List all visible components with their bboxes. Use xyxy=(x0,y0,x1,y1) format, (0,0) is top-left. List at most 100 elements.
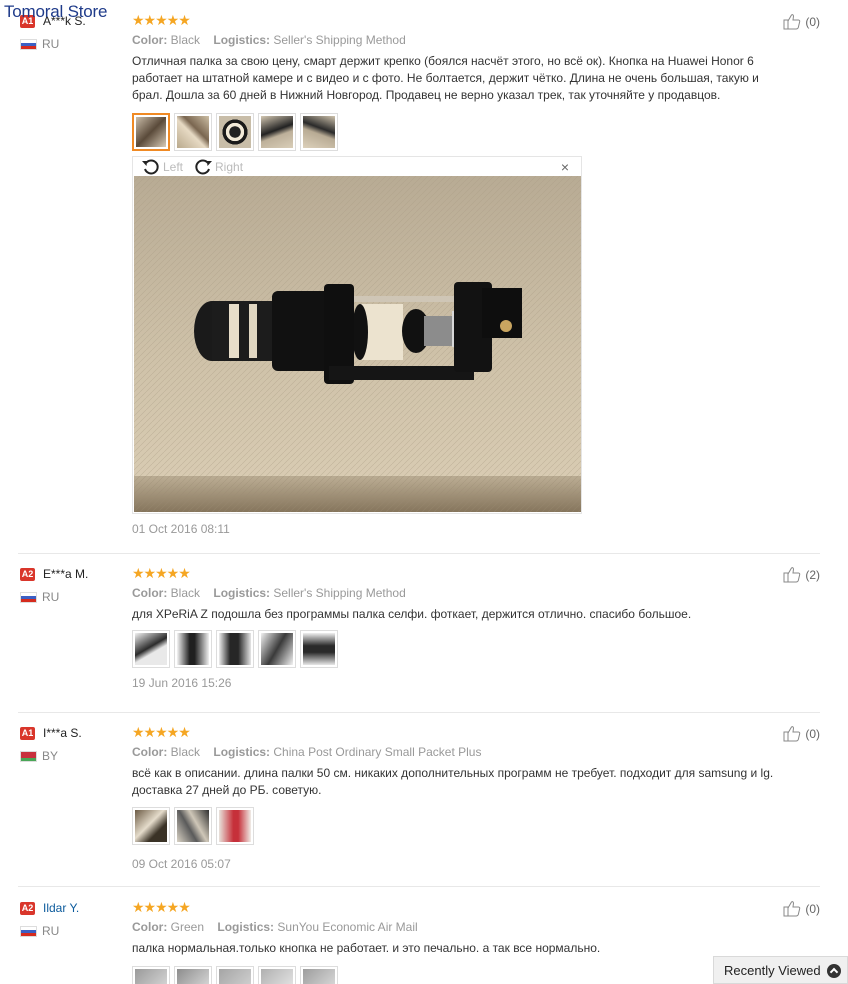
order-info: Color: Black Logistics: Seller's Shippin… xyxy=(132,586,792,602)
color-label: Color: xyxy=(132,586,168,600)
reviewer-name: I***a S. xyxy=(43,726,82,740)
logistics-label: Logistics: xyxy=(213,33,271,47)
logistics-value: China Post Ordinary Small Packet Plus xyxy=(273,745,482,759)
helpful-button[interactable]: (2) xyxy=(783,566,820,583)
rotate-left-label: Left xyxy=(163,160,184,174)
review-divider xyxy=(18,712,820,713)
logistics-value: Seller's Shipping Method xyxy=(273,586,406,600)
thumbs-up-icon xyxy=(783,567,801,583)
helpful-count: (0) xyxy=(805,14,820,29)
review-photo-thumb[interactable] xyxy=(174,630,212,668)
photo-viewer: Left Right × xyxy=(132,156,582,514)
review-photo-thumb[interactable] xyxy=(132,630,170,668)
helpful-count: (0) xyxy=(805,726,820,741)
review-photo-thumb[interactable] xyxy=(216,630,254,668)
flag-icon xyxy=(20,750,37,762)
flag-icon xyxy=(20,38,37,50)
thumbs-up-icon xyxy=(783,14,801,30)
review-content: ★★★★★ Color: Black Logistics: China Post… xyxy=(132,725,792,871)
star-rating: ★★★★★ xyxy=(132,12,191,28)
review-photo-thumb[interactable] xyxy=(174,807,212,845)
logistics-label: Logistics: xyxy=(213,586,271,600)
review-photos xyxy=(132,113,792,151)
review-date: 19 Jun 2016 15:26 xyxy=(132,676,232,690)
reviewer-info: A2 E***a M. RU xyxy=(20,566,130,604)
review-photo-thumb[interactable] xyxy=(174,113,212,151)
color-label: Color: xyxy=(132,920,168,934)
recently-viewed-label: Recently Viewed xyxy=(724,962,821,978)
order-info: Color: Green Logistics: SunYou Economic … xyxy=(132,920,792,936)
recently-viewed-button[interactable]: Recently Viewed xyxy=(713,956,848,984)
rotate-right-button[interactable]: Right xyxy=(193,158,243,176)
review-photo-thumb[interactable] xyxy=(132,113,170,151)
review-text: палка нормальная.только кнопка не работа… xyxy=(132,941,601,955)
reviewer-country: RU xyxy=(42,37,60,51)
helpful-count: (2) xyxy=(805,567,820,582)
thumbs-up-icon xyxy=(783,726,801,742)
review-divider xyxy=(18,886,820,887)
store-watermark: Tomoral Store xyxy=(4,2,108,21)
review-photo-thumb[interactable] xyxy=(216,966,254,984)
color-value: Black xyxy=(170,745,201,759)
star-rating: ★★★★★ xyxy=(132,900,191,915)
review-photos xyxy=(132,966,792,984)
reviewer-country: RU xyxy=(42,924,60,938)
helpful-button[interactable]: (0) xyxy=(783,725,820,742)
rotate-left-button[interactable]: Left xyxy=(141,158,183,176)
color-value: Black xyxy=(170,33,201,47)
logistics-value: SunYou Economic Air Mail xyxy=(277,920,418,934)
color-value: Black xyxy=(170,586,201,600)
review-photos xyxy=(132,630,792,668)
rotate-right-label: Right xyxy=(215,160,244,174)
review-photo-thumb[interactable] xyxy=(132,966,170,984)
order-info: Color: Black Logistics: China Post Ordin… xyxy=(132,745,792,761)
review-content: ★★★★★ Color: Black Logistics: Seller's S… xyxy=(132,566,792,690)
review-divider xyxy=(18,553,820,554)
review-photo-thumb[interactable] xyxy=(216,807,254,845)
logistics-label: Logistics: xyxy=(213,745,271,759)
buyer-level-badge: A2 xyxy=(20,901,35,915)
reviewer-country: BY xyxy=(42,749,59,763)
close-icon[interactable]: × xyxy=(561,159,569,175)
star-rating: ★★★★★ xyxy=(132,724,191,740)
chevron-up-icon xyxy=(827,964,841,978)
review-photo-thumb[interactable] xyxy=(258,966,296,984)
helpful-button[interactable]: (0) xyxy=(783,13,820,30)
logistics-label: Logistics: xyxy=(217,920,275,934)
order-info: Color: Black Logistics: Seller's Shippin… xyxy=(132,33,792,49)
thumbs-up-icon xyxy=(783,901,801,917)
buyer-level-badge: A1 xyxy=(20,726,35,740)
rotate-right-icon xyxy=(195,159,213,175)
reviewer-info: A1 I***a S. BY xyxy=(20,725,130,763)
helpful-count: (0) xyxy=(805,901,820,916)
review-photo-thumb[interactable] xyxy=(300,630,338,668)
review-date: 09 Oct 2016 05:07 xyxy=(132,857,231,871)
reviewer-info: A2 Ildar Y. RU xyxy=(20,900,130,938)
review-photo-thumb[interactable] xyxy=(300,113,338,151)
logistics-value: Seller's Shipping Method xyxy=(273,33,406,47)
reviewer-country: RU xyxy=(42,590,60,604)
flag-icon xyxy=(20,591,37,603)
review-photo-thumb[interactable] xyxy=(258,113,296,151)
review-photo-thumb[interactable] xyxy=(300,966,338,984)
review-photo-thumb[interactable] xyxy=(132,807,170,845)
review-photo-thumb[interactable] xyxy=(174,966,212,984)
rotate-left-icon xyxy=(142,159,159,175)
flag-icon xyxy=(20,925,37,937)
color-value: Green xyxy=(170,920,205,934)
review-text: Отличная палка за свою цену, смарт держи… xyxy=(132,54,759,102)
review-date: 01 Oct 2016 08:11 xyxy=(132,522,230,536)
color-label: Color: xyxy=(132,33,168,47)
color-label: Color: xyxy=(132,745,168,759)
review-text: для XPeRiA Z подошла без программы палка… xyxy=(132,607,692,621)
helpful-button[interactable]: (0) xyxy=(783,900,820,917)
review-item: A2 E***a M. RU ★★★★★ Color: Black Logist… xyxy=(0,566,848,706)
reviewer-name[interactable]: Ildar Y. xyxy=(43,901,79,915)
star-rating: ★★★★★ xyxy=(132,565,191,581)
review-photo-thumb[interactable] xyxy=(258,630,296,668)
review-photo-thumb[interactable] xyxy=(216,113,254,151)
review-content: ★★★★★ Color: Green Logistics: SunYou Eco… xyxy=(132,900,792,984)
review-text: всё как в описании. длина палки 50 см. н… xyxy=(132,766,774,797)
buyer-level-badge: A2 xyxy=(20,567,35,581)
review-item: A1 I***a S. BY ★★★★★ Color: Black Logist… xyxy=(0,725,848,875)
